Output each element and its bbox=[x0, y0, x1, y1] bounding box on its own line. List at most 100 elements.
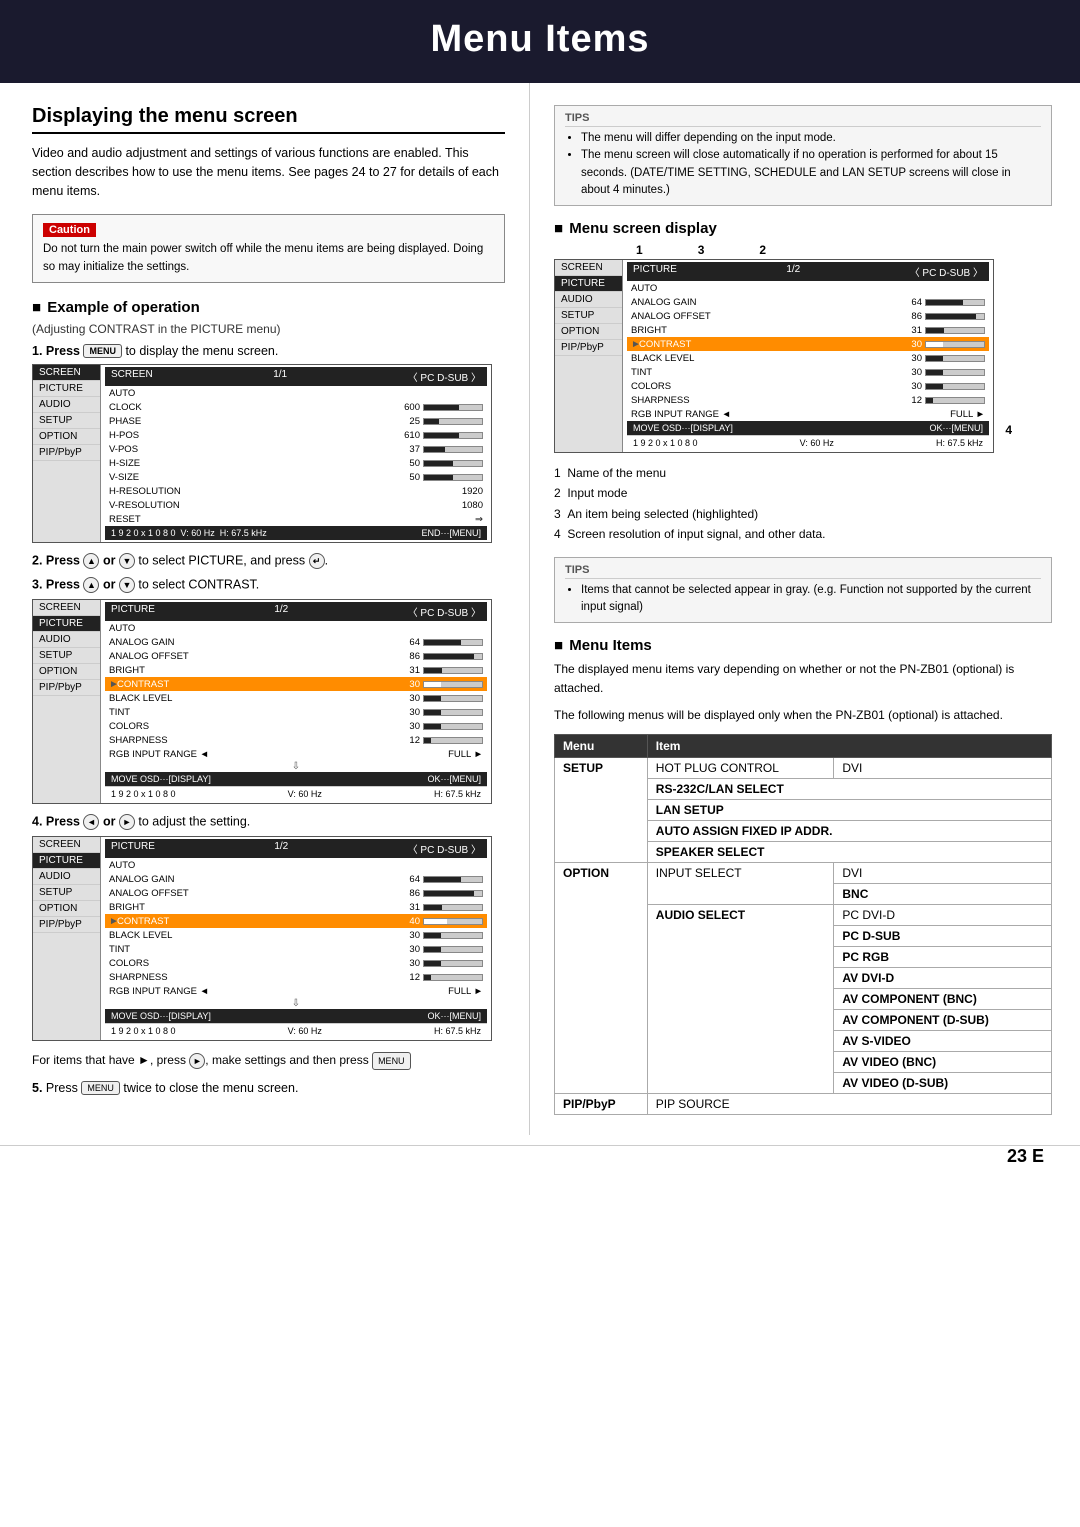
table-cell-setup: SETUP bbox=[555, 757, 648, 862]
table-cell-dvi2: DVI bbox=[834, 862, 1052, 883]
osd-screen-3: SCREEN PICTURE AUDIO SETUP OPTION PIP/Pb… bbox=[32, 836, 492, 1041]
osd1-menu-col: SCREEN PICTURE AUDIO SETUP OPTION PIP/Pb… bbox=[33, 365, 101, 542]
osd2-subfooter: 1 9 2 0 x 1 0 8 0 V: 60 Hz H: 67.5 kHz bbox=[105, 786, 487, 801]
for-items-menu-btn: MENU bbox=[372, 1052, 411, 1070]
osd1-row-clock: CLOCK 600 bbox=[105, 400, 487, 414]
numbered-labels: 1 3 2 bbox=[636, 243, 1052, 257]
osd-right-footer: MOVE OSD···[DISPLAY] OK···[MENU] bbox=[627, 421, 989, 435]
osd-right-menu-col: SCREEN PICTURE AUDIO SETUP OPTION PIP/Pb… bbox=[555, 260, 623, 452]
osd3-header: PICTURE 1/2 〈 PC D-SUB 〉 bbox=[105, 839, 487, 858]
osd2-row-again: ANALOG GAIN 64 bbox=[105, 635, 487, 649]
osd3-row-aoffset: ANALOG OFFSET 86 bbox=[105, 886, 487, 900]
step2-text: 2. Press ▲ or ▼ to select PICTURE, and p… bbox=[32, 553, 505, 569]
osd2-menu-setup: SETUP bbox=[33, 648, 100, 664]
osd2-arrow: ⇩ bbox=[105, 761, 487, 772]
menu-items-desc1: The displayed menu items vary depending … bbox=[554, 660, 1052, 698]
osd1-row-hpos: H-POS 610 bbox=[105, 428, 487, 442]
step5-text: 5. Press MENU twice to close the menu sc… bbox=[32, 1081, 505, 1096]
osd1-content: SCREEN 1/1 〈 PC D-SUB 〉 AUTO CLOCK 600 P… bbox=[101, 365, 491, 542]
osd1-header: SCREEN 1/1 〈 PC D-SUB 〉 bbox=[105, 367, 487, 386]
osd1-menu-screen: SCREEN bbox=[33, 365, 100, 381]
osd-right-content: PICTURE 1/2 〈 PC D-SUB 〉 AUTO ANALOG GAI… bbox=[623, 260, 993, 452]
table-cell-option: OPTION bbox=[555, 862, 648, 1093]
osd1-row-vres: V-RESOLUTION 1080 bbox=[105, 498, 487, 512]
osd2-row-colors: COLORS 30 bbox=[105, 719, 487, 733]
legend-item-2: 2 Input mode bbox=[554, 483, 1052, 503]
osd1-bar-vpos bbox=[423, 446, 483, 453]
osd-right-screen: SCREEN bbox=[555, 260, 622, 276]
osd-screen-1: SCREEN PICTURE AUDIO SETUP OPTION PIP/Pb… bbox=[32, 364, 492, 543]
osd1-row-phase: PHASE 25 bbox=[105, 414, 487, 428]
osd1-row-hsize: H-SIZE 50 bbox=[105, 456, 487, 470]
osd-right-header: PICTURE 1/2 〈 PC D-SUB 〉 bbox=[627, 262, 989, 281]
osd2-row-auto: AUTO bbox=[105, 621, 487, 635]
step2-press: Press bbox=[46, 554, 84, 568]
osd3-row-colors: COLORS 30 bbox=[105, 956, 487, 970]
osd3-footer: MOVE OSD···[DISPLAY] OK···[MENU] bbox=[105, 1009, 487, 1023]
table-header-menu: Menu bbox=[555, 734, 648, 757]
osd2-row-rgb: RGB INPUT RANGE ◄ FULL ► bbox=[105, 747, 487, 761]
osd2-row-black: BLACK LEVEL 30 bbox=[105, 691, 487, 705]
table-cell-pip-source: PIP SOURCE bbox=[647, 1093, 1051, 1114]
step3-text: 3. Press ▲ or ▼ to select CONTRAST. bbox=[32, 577, 505, 593]
for-items-btn: ► bbox=[189, 1053, 205, 1069]
table-cell-av-comp-dsub: AV COMPONENT (D-SUB) bbox=[834, 1009, 1052, 1030]
table-cell-lan: LAN SETUP bbox=[647, 799, 1051, 820]
table-cell-rs232: RS-232C/LAN SELECT bbox=[647, 778, 1051, 799]
right-column: TIPS The menu will differ depending on t… bbox=[530, 83, 1080, 1135]
step1-press: Press bbox=[46, 344, 80, 358]
osd2-menu-picture: PICTURE bbox=[33, 616, 100, 632]
osd2-content: PICTURE 1/2 〈 PC D-SUB 〉 AUTO ANALOG GAI… bbox=[101, 600, 491, 803]
legend-list: 1 Name of the menu 2 Input mode 3 An ite… bbox=[554, 463, 1052, 545]
osd2-header: PICTURE 1/2 〈 PC D-SUB 〉 bbox=[105, 602, 487, 621]
step4-left-btn: ◄ bbox=[83, 814, 99, 830]
osd2-bar-aoffset bbox=[423, 653, 483, 660]
osd-right-wrapper: SCREEN PICTURE AUDIO SETUP OPTION PIP/Pb… bbox=[554, 259, 994, 453]
legend-item-3: 3 An item being selected (highlighted) bbox=[554, 504, 1052, 524]
tips2-list: Items that cannot be selected appear in … bbox=[581, 582, 1041, 617]
osd-right-audio: AUDIO bbox=[555, 292, 622, 308]
step3-down-btn: ▼ bbox=[119, 577, 135, 593]
step5-menu-btn: MENU bbox=[81, 1081, 120, 1095]
osd2-bar-colors bbox=[423, 723, 483, 730]
caution-label: Caution bbox=[43, 223, 96, 237]
osd3-menu-pip: PIP/PbyP bbox=[33, 917, 100, 933]
osd1-menu-option: OPTION bbox=[33, 429, 100, 445]
osd2-bar-bright bbox=[423, 667, 483, 674]
page-footer: 23 E bbox=[0, 1145, 1080, 1185]
label-1: 1 bbox=[636, 243, 643, 257]
osd3-row-contrast: ► CONTRAST 40 bbox=[105, 914, 487, 928]
step5-press: Press bbox=[46, 1081, 81, 1095]
step2-down-btn: ▼ bbox=[119, 553, 135, 569]
table-cell-audio-select: AUDIO SELECT bbox=[647, 904, 834, 1093]
osd1-row-vpos: V-POS 37 bbox=[105, 442, 487, 456]
osd2-menu-col: SCREEN PICTURE AUDIO SETUP OPTION PIP/Pb… bbox=[33, 600, 101, 803]
table-cell-autoassign: AUTO ASSIGN FIXED IP ADDR. bbox=[647, 820, 1051, 841]
osd1-row-reset: RESET ⇒ bbox=[105, 512, 487, 526]
osd2-menu-pip: PIP/PbyP bbox=[33, 680, 100, 696]
table-cell-hotplug: HOT PLUG CONTROL bbox=[647, 757, 834, 778]
osd2-bar-contrast bbox=[423, 681, 483, 688]
table-row: OPTION INPUT SELECT DVI bbox=[555, 862, 1052, 883]
osd3-menu-col: SCREEN PICTURE AUDIO SETUP OPTION PIP/Pb… bbox=[33, 837, 101, 1040]
main-content: Displaying the menu screen Video and aud… bbox=[0, 83, 1080, 1135]
osd3-menu-screen: SCREEN bbox=[33, 837, 100, 853]
osd2-row-contrast: ► CONTRAST 30 bbox=[105, 677, 487, 691]
osd1-menu-pip: PIP/PbyP bbox=[33, 445, 100, 461]
osd1-bar-clock bbox=[423, 404, 483, 411]
menu-items-heading: Menu Items bbox=[554, 637, 1052, 654]
step4-right-btn: ► bbox=[119, 814, 135, 830]
page-title: Menu Items bbox=[0, 18, 1080, 61]
table-cell-av-svideo: AV S-VIDEO bbox=[834, 1030, 1052, 1051]
osd2-menu-audio: AUDIO bbox=[33, 632, 100, 648]
table-cell-input-select: INPUT SELECT bbox=[647, 862, 834, 904]
table-cell-av-comp-bnc: AV COMPONENT (BNC) bbox=[834, 988, 1052, 1009]
label-2: 2 bbox=[759, 243, 766, 257]
osd2-bar-sharp bbox=[423, 737, 483, 744]
osd3-row-bright: BRIGHT 31 bbox=[105, 900, 487, 914]
osd2-menu-option: OPTION bbox=[33, 664, 100, 680]
step3-press: Press bbox=[46, 578, 84, 592]
tips-box-1: TIPS The menu will differ depending on t… bbox=[554, 105, 1052, 206]
osd1-bar-hsize bbox=[423, 460, 483, 467]
osd2-bar-tint bbox=[423, 709, 483, 716]
